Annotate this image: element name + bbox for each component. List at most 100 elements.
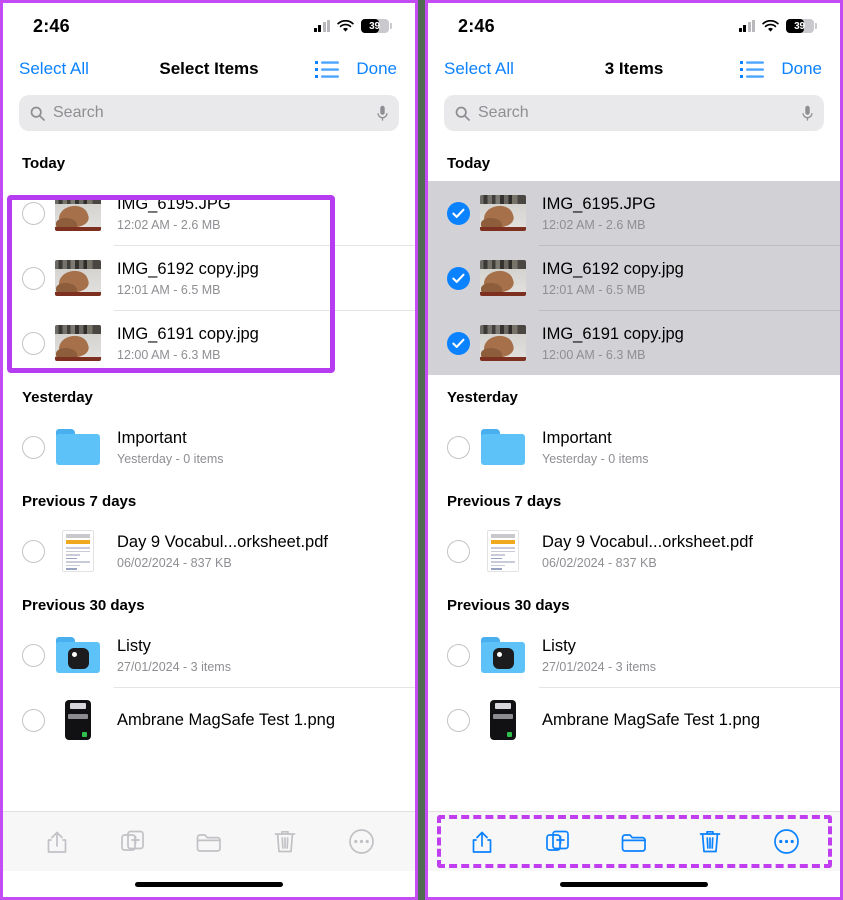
item-subtitle: 27/01/2024 - 3 items (117, 659, 231, 674)
list-item[interactable]: Ambrane MagSafe Test 1.png (3, 688, 415, 752)
status-indicators: 39 (738, 19, 817, 33)
checkbox-checked[interactable] (447, 331, 470, 355)
item-meta: IMG_6192 copy.jpg 12:01 AM - 6.5 MB (117, 259, 399, 297)
item-name: IMG_6192 copy.jpg (542, 260, 684, 279)
checkbox-unchecked[interactable] (22, 331, 45, 355)
item-meta: Ambrane MagSafe Test 1.png (117, 710, 399, 731)
item-meta: Day 9 Vocabul...orksheet.pdf 06/02/2024 -… (542, 532, 824, 570)
list-view-icon[interactable] (740, 60, 765, 79)
checkbox-unchecked[interactable] (22, 266, 45, 290)
section-header: Previous 30 days (22, 597, 145, 614)
list-item[interactable]: IMG_6195.JPG 12:02 AM - 2.6 MB (3, 181, 415, 245)
checkbox-unchecked[interactable] (22, 539, 45, 563)
item-meta: IMG_6191 copy.jpg 12:00 AM - 6.3 MB (542, 324, 824, 362)
folder-with-app-badge-icon (480, 635, 526, 675)
microphone-icon[interactable] (802, 105, 813, 122)
home-indicator-right (428, 871, 840, 897)
item-name: Ambrane MagSafe Test 1.png (117, 710, 335, 729)
bottom-toolbar-right (428, 811, 840, 871)
list-view-icon[interactable] (315, 60, 340, 79)
done-button[interactable]: Done (781, 59, 822, 79)
select-all-button[interactable]: Select All (444, 59, 514, 79)
duplicate-icon[interactable] (543, 827, 573, 857)
checkbox-unchecked[interactable] (447, 708, 470, 732)
checkbox-unchecked[interactable] (22, 708, 45, 732)
checkbox-unchecked[interactable] (22, 201, 45, 225)
folder-icon[interactable] (619, 827, 649, 857)
share-icon[interactable] (467, 827, 497, 857)
right-phone-panel: 2:46 39 Select All 3 Items Done Search T… (425, 0, 843, 900)
nav-bar-left: Select All Select Items Done (3, 49, 415, 89)
list-item[interactable]: Day 9 Vocabul...orksheet.pdf 06/02/2024 -… (3, 519, 415, 583)
item-meta: IMG_6195.JPG 12:02 AM - 2.6 MB (542, 194, 824, 232)
done-button[interactable]: Done (356, 59, 397, 79)
nav-bar-right: Select All 3 Items Done (428, 49, 840, 89)
list-item[interactable]: IMG_6191 copy.jpg 12:00 AM - 6.3 MB (428, 311, 840, 375)
comparison-stage: 2:46 39 Select All Select Items Done Sea… (0, 0, 843, 900)
item-meta: IMG_6195.JPG 12:02 AM - 2.6 MB (117, 194, 399, 232)
home-indicator-left (3, 871, 415, 897)
left-phone-panel: 2:46 39 Select All Select Items Done Sea… (0, 0, 418, 900)
section-header: Previous 30 days (447, 597, 570, 614)
item-subtitle: 12:02 AM - 2.6 MB (117, 217, 221, 232)
list-item[interactable]: IMG_6192 copy.jpg 12:01 AM - 6.5 MB (3, 246, 415, 310)
list-item[interactable]: Important Yesterday - 0 items (3, 415, 415, 479)
list-item[interactable]: Day 9 Vocabul...orksheet.pdf 06/02/2024 -… (428, 519, 840, 583)
wifi-icon (337, 19, 354, 32)
more-icon[interactable] (771, 827, 801, 857)
section-group: Important Yesterday - 0 items (3, 415, 415, 479)
status-clock: 2:46 (33, 15, 70, 36)
pdf-thumbnail (55, 530, 101, 572)
folder-icon (480, 427, 526, 467)
checkbox-checked[interactable] (447, 266, 470, 290)
checkbox-unchecked[interactable] (22, 435, 45, 459)
checkbox-unchecked[interactable] (22, 643, 45, 667)
section-header: Today (22, 155, 66, 172)
item-subtitle: 06/02/2024 - 837 KB (542, 555, 657, 570)
list-item[interactable]: IMG_6191 copy.jpg 12:00 AM - 6.3 MB (3, 311, 415, 375)
item-meta: Ambrane MagSafe Test 1.png (542, 710, 824, 731)
battery-percent: 39 (794, 20, 805, 32)
item-subtitle: 12:02 AM - 2.6 MB (542, 217, 646, 232)
wifi-icon (762, 19, 779, 32)
status-bar-left: 2:46 39 (3, 3, 415, 49)
home-bar[interactable] (560, 881, 708, 887)
item-meta: Listy 27/01/2024 - 3 items (542, 636, 824, 674)
list-item[interactable]: IMG_6195.JPG 12:02 AM - 2.6 MB (428, 181, 840, 245)
status-indicators: 39 (313, 19, 392, 33)
photo-thumbnail (55, 193, 101, 233)
checkbox-unchecked[interactable] (447, 539, 470, 563)
photo-thumbnail (480, 193, 526, 233)
folder-icon (194, 827, 224, 857)
search-container-right: Search (428, 89, 840, 141)
list-item[interactable]: Listy 27/01/2024 - 3 items (3, 623, 415, 687)
search-input[interactable]: Search (444, 95, 824, 131)
search-container-left: Search (3, 89, 415, 141)
photo-thumbnail (480, 258, 526, 298)
select-all-button[interactable]: Select All (19, 59, 89, 79)
file-list-left[interactable]: Today IMG_6195.JPG 12:02 AM - 2.6 MB IMG_61… (3, 141, 415, 811)
search-icon (455, 106, 470, 121)
microphone-icon[interactable] (377, 105, 388, 122)
file-list-right[interactable]: Today IMG_6195.JPG 12:02 AM - 2.6 MB IMG_61… (428, 141, 840, 811)
screenshot-thumbnail (480, 700, 526, 740)
list-item[interactable]: Ambrane MagSafe Test 1.png (428, 688, 840, 752)
item-subtitle: 27/01/2024 - 3 items (542, 659, 656, 674)
checkbox-unchecked[interactable] (447, 435, 470, 459)
list-item[interactable]: IMG_6192 copy.jpg 12:01 AM - 6.5 MB (428, 246, 840, 310)
list-item[interactable]: Important Yesterday - 0 items (428, 415, 840, 479)
battery-percent: 39 (369, 20, 380, 32)
list-item[interactable]: Listy 27/01/2024 - 3 items (428, 623, 840, 687)
section-header: Previous 7 days (22, 493, 137, 510)
item-name: IMG_6195.JPG (117, 195, 231, 214)
checkbox-checked[interactable] (447, 201, 470, 225)
share-icon (42, 827, 72, 857)
photo-thumbnail (480, 323, 526, 363)
item-name: Day 9 Vocabul...orksheet.pdf (117, 533, 328, 552)
search-input[interactable]: Search (19, 95, 399, 131)
home-bar[interactable] (135, 881, 283, 887)
status-bar-right: 2:46 39 (428, 3, 840, 49)
folder-icon (55, 427, 101, 467)
trash-icon[interactable] (695, 827, 725, 857)
checkbox-unchecked[interactable] (447, 643, 470, 667)
